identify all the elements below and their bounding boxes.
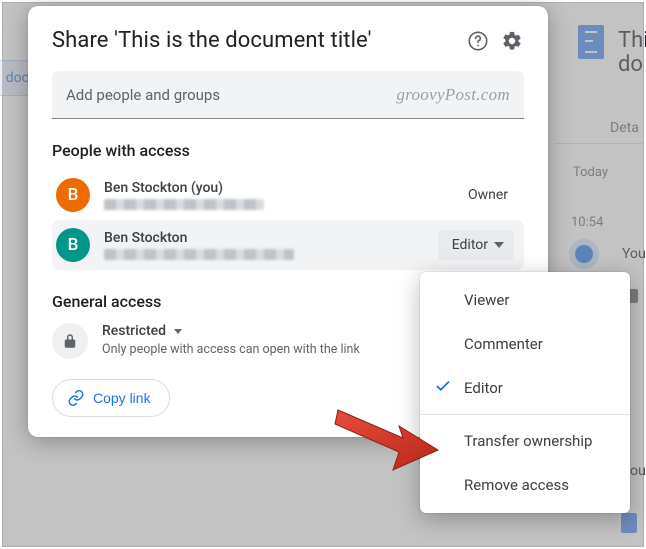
person-row-owner: B Ben Stockton (you) Owner [52, 170, 524, 220]
add-people-input[interactable]: Add people and groups groovyPost.com [52, 71, 524, 119]
role-action-transfer-ownership[interactable]: Transfer ownership [420, 419, 630, 463]
role-option-label: Commenter [464, 335, 543, 353]
avatar: B [56, 228, 90, 262]
role-menu: Viewer Commenter Editor Transfer ownersh… [420, 272, 630, 513]
person-name: Ben Stockton (you) [104, 180, 454, 197]
copy-link-label: Copy link [93, 390, 151, 406]
link-icon [67, 389, 85, 407]
person-name: Ben Stockton [104, 230, 424, 247]
avatar: B [56, 178, 90, 212]
role-dropdown-label: Editor [452, 237, 488, 253]
role-action-remove-access[interactable]: Remove access [420, 463, 630, 507]
role-owner-label: Owner [468, 187, 508, 203]
menu-divider [420, 414, 630, 415]
role-option-commenter[interactable]: Commenter [420, 322, 630, 366]
general-access-mode: Restricted [102, 323, 166, 339]
role-dropdown[interactable]: Editor [438, 230, 514, 260]
chevron-down-icon [494, 242, 504, 248]
person-email-redacted [104, 199, 264, 210]
role-action-label: Transfer ownership [464, 432, 592, 450]
role-option-viewer[interactable]: Viewer [420, 278, 630, 322]
watermark: groovyPost.com [396, 85, 510, 105]
role-option-label: Editor [464, 379, 503, 397]
input-placeholder: Add people and groups [66, 86, 220, 104]
role-action-label: Remove access [464, 476, 569, 494]
copy-link-button[interactable]: Copy link [52, 379, 170, 417]
role-option-label: Viewer [464, 291, 509, 309]
role-option-editor[interactable]: Editor [420, 366, 630, 410]
people-with-access-heading: People with access [52, 141, 524, 160]
lock-icon [52, 323, 88, 359]
person-row-editor: B Ben Stockton Editor [52, 220, 524, 270]
person-email-redacted [104, 249, 294, 260]
dialog-title: Share 'This is the document title' [52, 28, 456, 53]
settings-icon[interactable] [500, 29, 524, 53]
chevron-down-icon [174, 329, 182, 334]
help-icon[interactable] [466, 29, 490, 53]
check-icon [434, 377, 452, 399]
